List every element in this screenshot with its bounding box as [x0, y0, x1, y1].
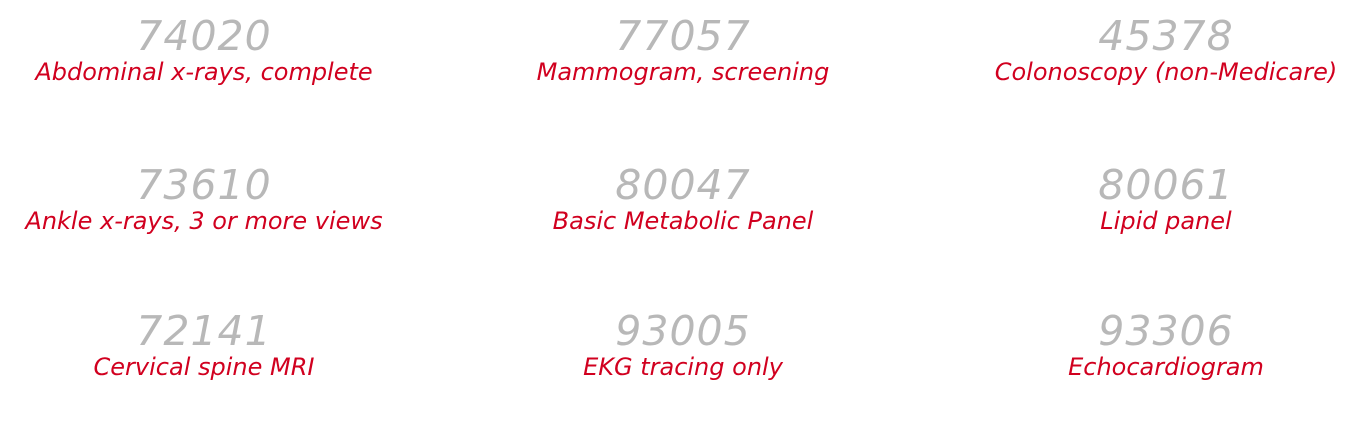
procedure-item-colonoscopy: 45378 Colonoscopy (non-Medicare) [939, 14, 1362, 86]
procedure-label: Mammogram, screening [536, 58, 830, 86]
procedure-code: 80047 [615, 161, 751, 209]
procedure-item-ankle-xrays: 73610 Ankle x-rays, 3 or more views [0, 163, 431, 235]
procedure-label: Ankle x-rays, 3 or more views [25, 207, 383, 235]
procedure-label: Cervical spine MRI [93, 353, 315, 381]
procedure-code: 74020 [136, 12, 272, 60]
procedure-code: 77057 [615, 12, 751, 60]
procedure-label: Abdominal x-rays, complete [35, 58, 373, 86]
procedure-item-basic-metabolic-panel: 80047 Basic Metabolic Panel [456, 163, 910, 235]
procedure-code-grid: 74020 Abdominal x-rays, complete 77057 M… [0, 0, 1362, 426]
procedure-code: 73610 [136, 161, 272, 209]
procedure-item-cervical-spine-mri: 72141 Cervical spine MRI [0, 309, 431, 381]
procedure-item-ekg-tracing: 93005 EKG tracing only [456, 309, 910, 381]
procedure-code: 45378 [1098, 12, 1234, 60]
procedure-item-lipid-panel: 80061 Lipid panel [939, 163, 1362, 235]
procedure-label: EKG tracing only [583, 353, 783, 381]
procedure-item-abdominal-xrays: 74020 Abdominal x-rays, complete [0, 14, 431, 86]
procedure-code: 93005 [615, 307, 751, 355]
procedure-code: 80061 [1098, 161, 1234, 209]
procedure-label: Basic Metabolic Panel [552, 207, 814, 235]
procedure-code: 72141 [136, 307, 272, 355]
procedure-label: Echocardiogram [1068, 353, 1264, 381]
procedure-item-echocardiogram: 93306 Echocardiogram [939, 309, 1362, 381]
procedure-label: Lipid panel [1100, 207, 1232, 235]
procedure-label: Colonoscopy (non-Medicare) [994, 58, 1338, 86]
procedure-item-mammogram: 77057 Mammogram, screening [456, 14, 910, 86]
procedure-code: 93306 [1098, 307, 1234, 355]
